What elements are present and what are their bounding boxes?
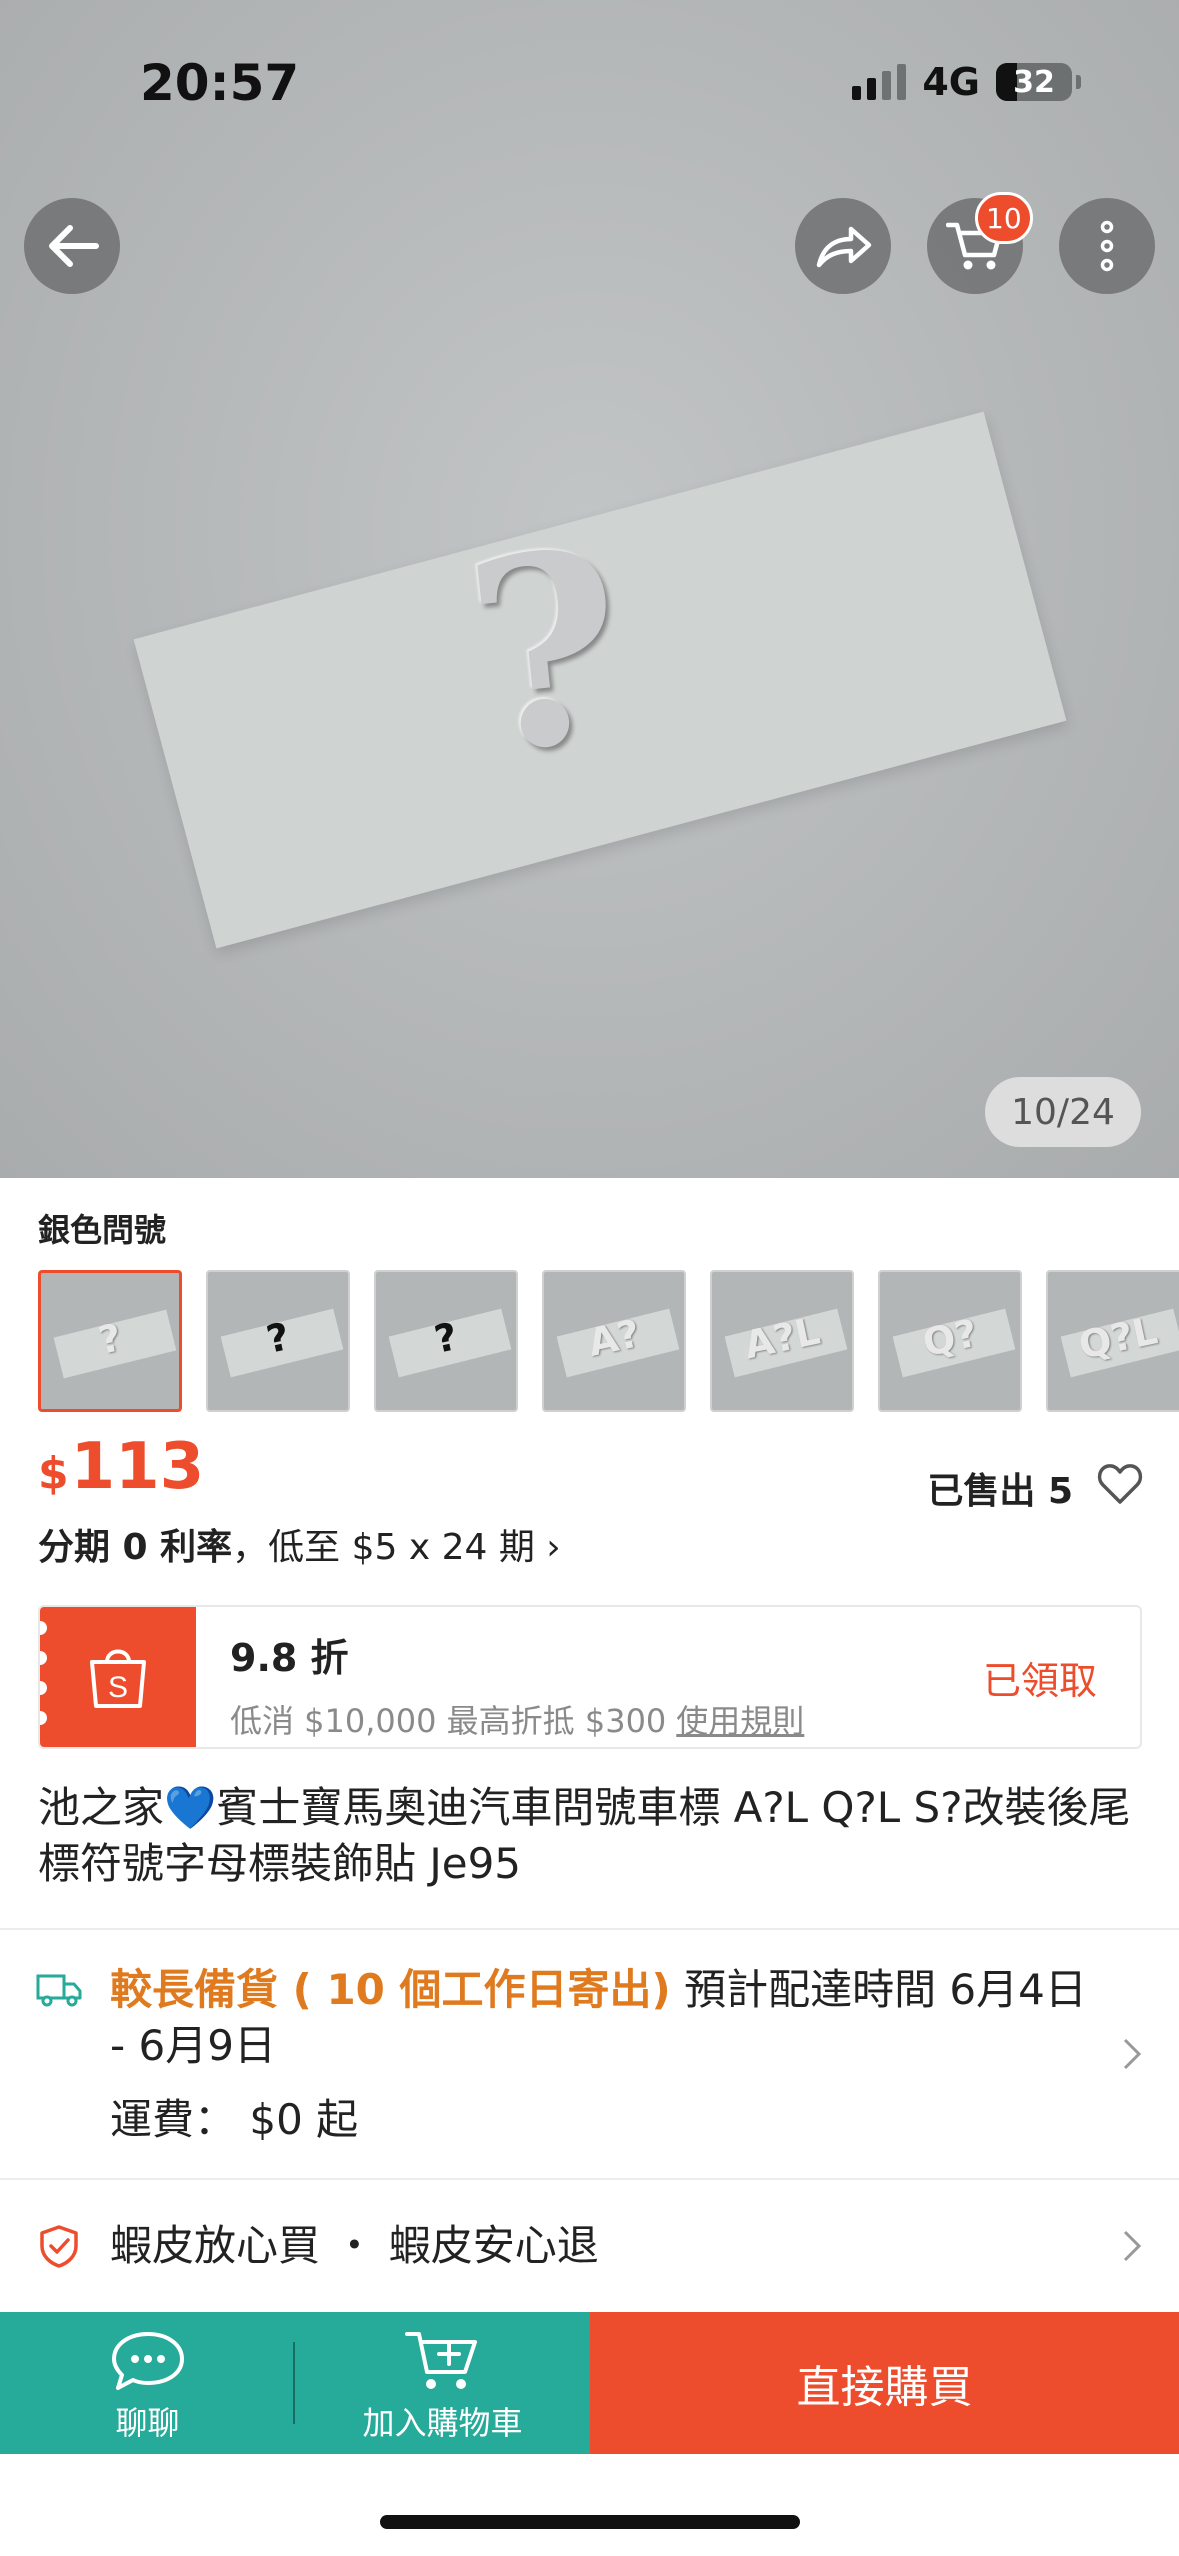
variant-thumbnail-list: ??? A? A?L Q? Q?L <box>38 1270 1179 1412</box>
variant-thumbnail[interactable]: Q? <box>878 1270 1022 1412</box>
chevron-right-icon <box>1123 2230 1142 2262</box>
favorite-heart-icon[interactable] <box>1097 1462 1143 1506</box>
bottom-action-bar: 聊聊 加入購物車 直接購買 <box>0 2312 1179 2454</box>
svg-text:S: S <box>108 1671 128 1704</box>
more-options-button[interactable] <box>1059 198 1155 294</box>
status-indicators: 4G 32 <box>852 60 1081 104</box>
installment-prefix: 分期 0 利率 <box>38 1527 233 1568</box>
installment-info[interactable]: 分期 0 利率，低至 $5 x 24 期 › <box>38 1518 561 1570</box>
more-vertical-icon <box>1100 220 1114 272</box>
bar-separator <box>293 2342 295 2424</box>
guarantee-text: 蝦皮放心買 ・ 蝦皮安心退 <box>110 2221 599 2270</box>
shield-check-icon <box>40 2225 78 2268</box>
variant-thumbnail[interactable]: A? <box>542 1270 686 1412</box>
truck-icon <box>36 1974 82 2007</box>
buy-now-button[interactable]: 直接購買 <box>590 2312 1179 2454</box>
product-title-shop: 池之家 <box>38 1783 165 1832</box>
back-arrow-icon <box>49 225 99 267</box>
battery-tip <box>1076 75 1081 89</box>
status-time: 20:57 <box>140 54 300 112</box>
shipping-highlight: 較長備貨 ( 10 個工作日寄出) <box>110 1965 671 2014</box>
installment-suffix: ，低至 $5 x 24 期 › <box>232 1527 561 1568</box>
shopee-bag-icon: S <box>90 1649 146 1708</box>
home-indicator[interactable] <box>380 2515 800 2529</box>
product-photo-question-mark: ? <box>454 492 638 813</box>
chat-label: 聊聊 <box>115 2404 180 2442</box>
variant-thumbnail[interactable]: Q?L <box>1046 1270 1179 1412</box>
selected-variant-label: 銀色問號 <box>38 1211 167 1249</box>
price-amount: 113 <box>70 1430 205 1504</box>
add-to-cart-button[interactable]: 加入購物車 <box>295 2312 590 2454</box>
chat-button[interactable]: 聊聊 <box>0 2312 295 2454</box>
price: $ 113 <box>38 1430 204 1504</box>
add-cart-icon <box>404 2332 477 2389</box>
variant-thumbnail[interactable]: ? <box>374 1270 518 1412</box>
battery-level: 32 <box>1013 64 1055 100</box>
cart-count-badge: 10 <box>975 192 1033 244</box>
shipping-info: 較長備貨 ( 10 個工作日寄出) 預計配達時間 6月4日 - 6月9日 <box>110 1962 1100 2074</box>
signal-icon <box>852 64 907 100</box>
variant-thumbnail[interactable]: A?L <box>710 1270 854 1412</box>
chat-bubble-icon <box>111 2332 184 2390</box>
variant-thumbnail[interactable]: ? <box>38 1270 182 1412</box>
image-counter: 10/24 <box>985 1077 1141 1147</box>
sold-count: 已售出 5 <box>927 1471 1073 1512</box>
voucher-claimed-status: 已領取 <box>982 1658 1097 1703</box>
network-type: 4G <box>922 60 980 104</box>
variant-thumbnail[interactable]: ? <box>206 1270 350 1412</box>
voucher-condition: 低消 $10,000 最高折抵 $300 <box>230 1702 667 1740</box>
battery-icon: 32 <box>996 63 1072 101</box>
voucher-discount: 9.8 折 <box>230 1636 349 1680</box>
voucher-badge: S <box>40 1607 196 1747</box>
voucher-rule-link[interactable]: 使用規則 <box>676 1702 804 1740</box>
chevron-right-icon <box>1123 2038 1142 2070</box>
product-image-gallery[interactable]: ? 20:57 4G 32 10 10/24 <box>0 0 1179 1178</box>
divider <box>0 1928 1179 1930</box>
shop-voucher[interactable]: S 9.8 折 低消 $10,000 最高折抵 $300 使用規則 已領取 <box>38 1605 1142 1749</box>
shipping-fee: 運費： $0 起 <box>110 2095 359 2144</box>
blue-heart-emoji: 💙 <box>164 1783 217 1832</box>
product-title: 池之家💙賓士寶馬奧迪汽車問號車標 A?L Q?L S?改裝後尾標符號字母標裝飾貼… <box>38 1780 1148 1892</box>
back-button[interactable] <box>24 198 120 294</box>
share-icon <box>816 226 872 268</box>
divider <box>0 2178 1179 2180</box>
add-cart-label: 加入購物車 <box>362 2404 523 2442</box>
share-button[interactable] <box>795 198 891 294</box>
price-currency: $ <box>38 1448 69 1499</box>
